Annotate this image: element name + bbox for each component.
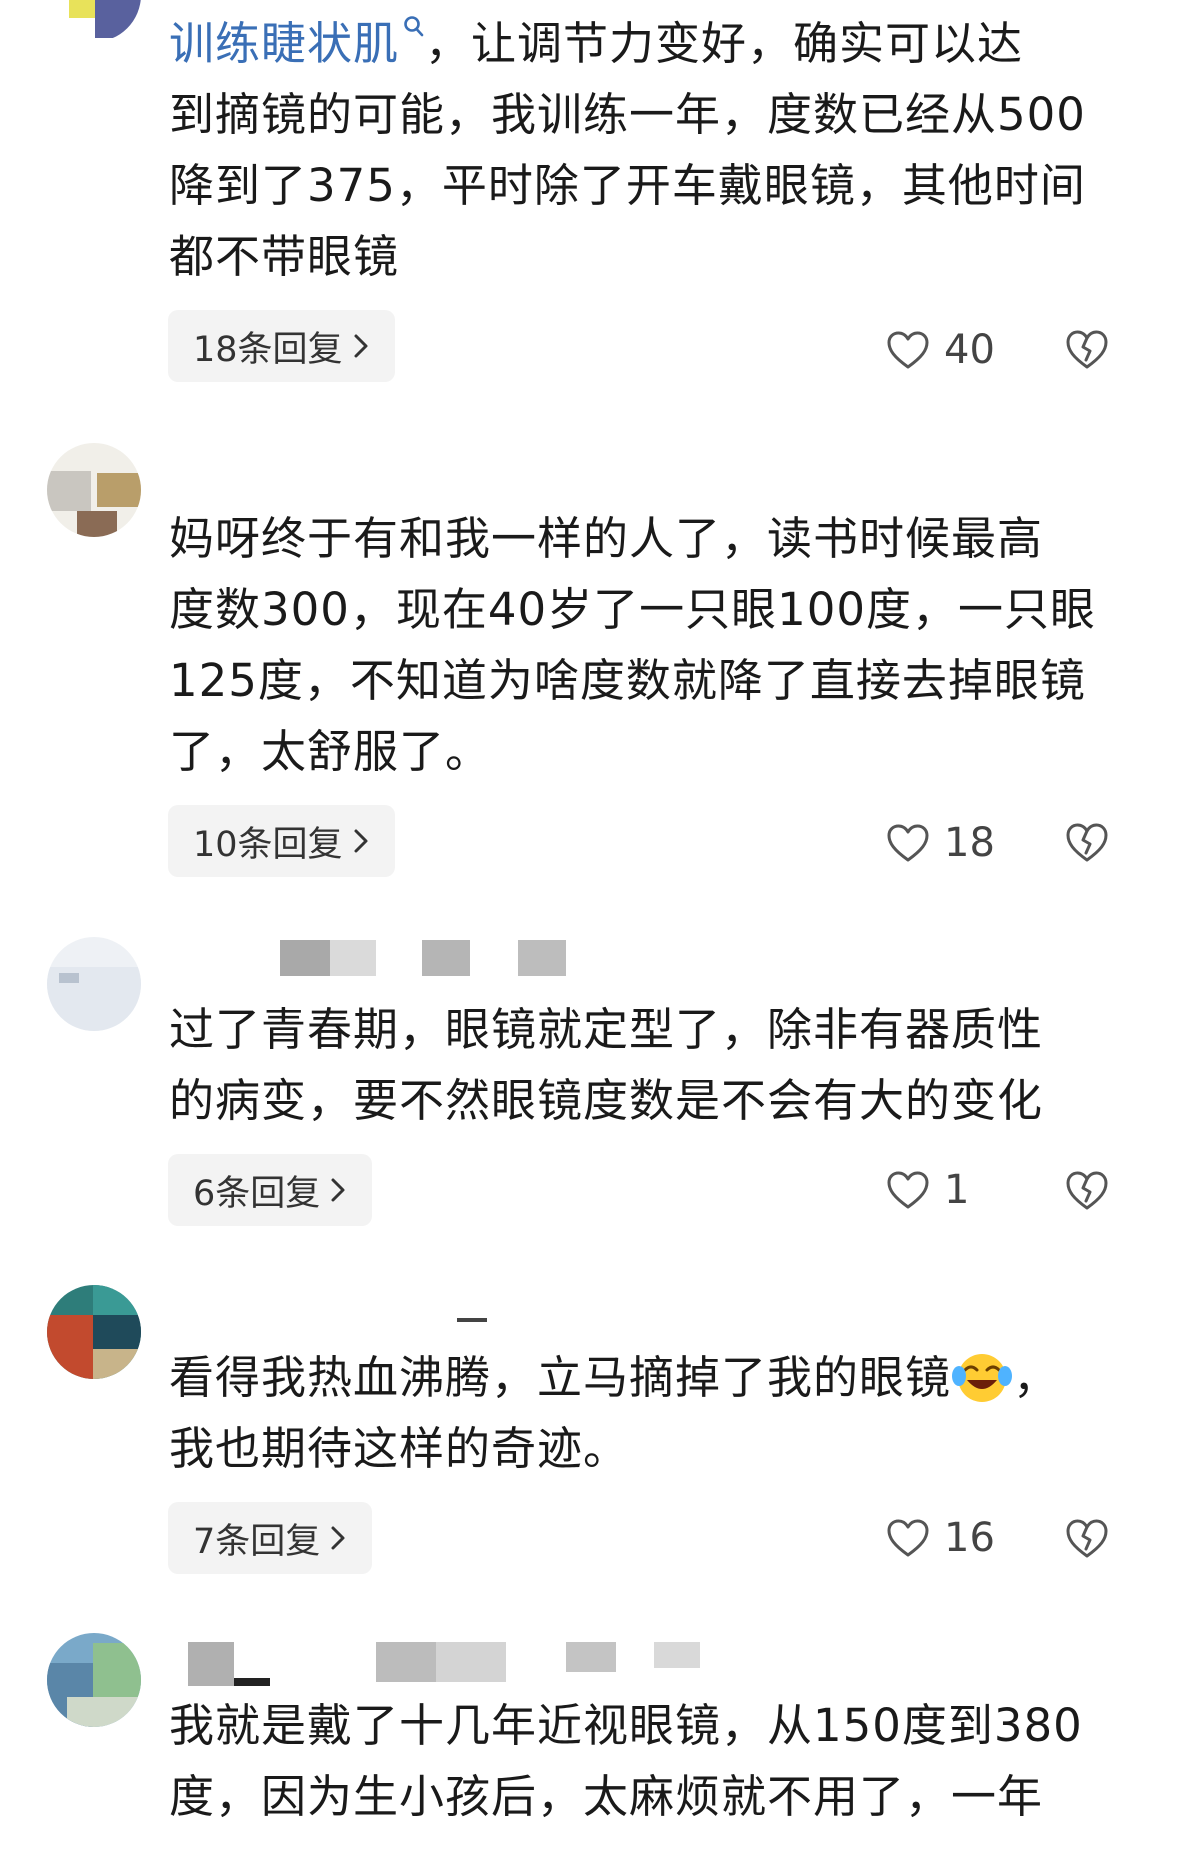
like-button[interactable]: 18: [886, 818, 995, 868]
comment-line: ，让调节力变好，确实可以达: [425, 17, 1024, 70]
broken-heart-icon[interactable]: [1065, 1516, 1109, 1560]
comment-line: 都不带眼镜: [169, 230, 400, 283]
topic-mention-link[interactable]: 训练睫状肌: [169, 17, 399, 70]
comment-line: 到摘镜的可能，我训练一年，度数已经从500: [169, 88, 1086, 141]
comment-line: 了，太舒服了。: [169, 725, 492, 778]
like-count: 40: [944, 327, 995, 373]
comment-line: 降到了375，平时除了开车戴眼镜，其他时间: [169, 159, 1086, 212]
chevron-right-icon: [354, 334, 368, 358]
broken-heart-icon[interactable]: [1065, 327, 1109, 371]
username-redacted[interactable]: [457, 1318, 487, 1322]
comment-text: 我就是戴了十几年近视眼镜，从150度到380 度，因为生小孩后，太麻烦就不用了，…: [169, 1690, 1129, 1832]
avatar[interactable]: [47, 443, 141, 537]
chevron-right-icon: [354, 829, 368, 853]
comment-line: 度，因为生小孩后，太麻烦就不用了，一年: [169, 1770, 1044, 1823]
like-button[interactable]: 16: [886, 1513, 995, 1563]
chevron-right-icon: [331, 1526, 345, 1550]
comment-line: 125度，不知道为啥度数就降了直接去掉眼镜: [169, 654, 1086, 707]
comment-text: 看得我热血沸腾，立马摘掉了我的眼镜 ， 我也期待这样的奇迹。: [169, 1342, 1129, 1484]
comment-text: 过了青春期，眼镜就定型了，除非有器质性 的病变，要不然眼镜度数是不会有大的变化: [169, 994, 1129, 1136]
heart-outline-icon: [887, 1171, 929, 1209]
view-replies-button[interactable]: 7条回复: [168, 1502, 373, 1574]
comment-line: ，: [1013, 1351, 1060, 1404]
view-replies-button[interactable]: 6条回复: [168, 1154, 373, 1226]
username-redacted[interactable]: [188, 1642, 708, 1686]
avatar[interactable]: [47, 0, 141, 42]
avatar[interactable]: [47, 1285, 141, 1379]
broken-heart-icon[interactable]: [1065, 820, 1109, 864]
comment-line: 我就是戴了十几年近视眼镜，从150度到380: [169, 1699, 1083, 1752]
username-redacted[interactable]: [280, 940, 570, 976]
laughing-crying-face-emoji: [952, 1354, 1013, 1402]
reply-count-label: 6条回复: [193, 1173, 321, 1214]
comment-text: 训练睫状肌 ，让调节力变好，确实可以达 到摘镜的可能，我训练一年，度数已经从500…: [169, 8, 1129, 292]
reply-count-label: 18条回复: [193, 329, 343, 370]
like-count: 1: [944, 1167, 970, 1213]
avatar[interactable]: [47, 937, 141, 1031]
like-button[interactable]: 1: [886, 1165, 969, 1215]
like-count: 16: [944, 1515, 995, 1561]
heart-outline-icon: [887, 331, 929, 369]
heart-outline-icon: [887, 1519, 929, 1557]
comment-line: 我也期待这样的奇迹。: [169, 1422, 630, 1475]
search-icon[interactable]: [403, 14, 425, 44]
reply-count-label: 10条回复: [193, 824, 343, 865]
view-replies-button[interactable]: 10条回复: [168, 805, 395, 877]
comment-line: 的病变，要不然眼镜度数是不会有大的变化: [169, 1074, 1044, 1127]
heart-outline-icon: [887, 824, 929, 862]
comment-line: 度数300，现在40岁了一只眼100度，一只眼: [169, 583, 1097, 636]
view-replies-button[interactable]: 18条回复: [168, 310, 395, 382]
comment-text: 妈呀终于有和我一样的人了，读书时候最高 度数300，现在40岁了一只眼100度，…: [169, 503, 1129, 787]
broken-heart-icon[interactable]: [1065, 1168, 1109, 1212]
avatar[interactable]: [47, 1633, 141, 1727]
reply-count-label: 7条回复: [193, 1521, 321, 1562]
comment-line: 看得我热血沸腾，立马摘掉了我的眼镜: [169, 1351, 952, 1404]
comment-line: 过了青春期，眼镜就定型了，除非有器质性: [169, 1003, 1044, 1056]
like-button[interactable]: 40: [886, 325, 995, 375]
chevron-right-icon: [331, 1178, 345, 1202]
comment-line: 妈呀终于有和我一样的人了，读书时候最高: [169, 512, 1044, 565]
like-count: 18: [944, 820, 995, 866]
